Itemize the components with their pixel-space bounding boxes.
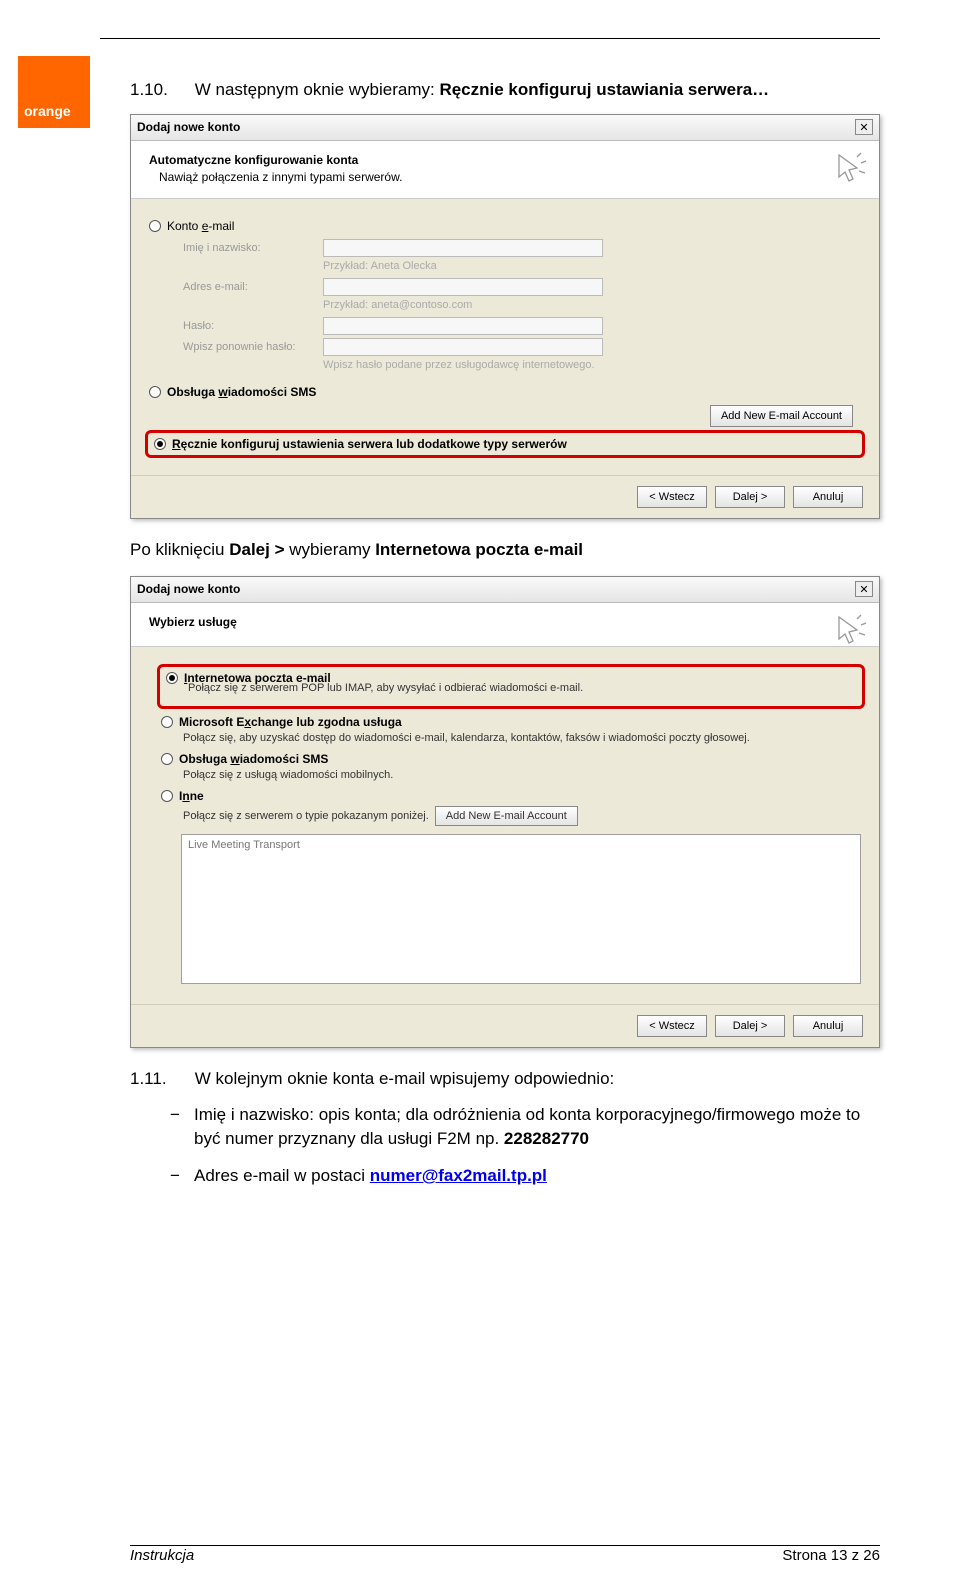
dialog1-title: Dodaj nowe konto [137, 120, 855, 134]
radio-email-label: Konto e-mail [167, 219, 234, 233]
brand-logo: orange [18, 56, 90, 128]
pw2-field-label: Wpisz ponownie hasło: [183, 341, 323, 353]
back-button-2[interactable]: < Wstecz [637, 1015, 707, 1037]
name-field[interactable] [323, 239, 603, 257]
dialog-add-account-1: Dodaj nowe konto ✕ Automatyczne konfigur… [130, 114, 880, 519]
list-item: Live Meeting Transport [188, 839, 300, 851]
dialog2-titlebar: Dodaj nowe konto ✕ [131, 577, 879, 603]
between-text: Po kliknięciu Dalej > wybieramy Internet… [130, 539, 880, 562]
dialog2-header: Wybierz usługę [131, 603, 879, 647]
section-1-11-bullets: Imię i nazwisko: opis konta; dla odróżni… [130, 1103, 880, 1189]
dialog2-footer: < Wstecz Dalej > Anuluj [131, 1004, 879, 1047]
pw2-field[interactable] [323, 338, 603, 356]
radio-exchange[interactable] [161, 716, 173, 728]
pw-field[interactable] [323, 317, 603, 335]
dialog-add-account-2: Dodaj nowe konto ✕ Wybierz usługę Intern… [130, 576, 880, 1048]
radio-sms-2[interactable] [161, 753, 173, 765]
radio-sms-2-label: Obsługa wiadomości SMS [179, 752, 328, 766]
cancel-button-2[interactable]: Anuluj [793, 1015, 863, 1037]
email-hint: Przykład: aneta@contoso.com [183, 299, 861, 311]
server-type-listbox[interactable]: Live Meeting Transport [181, 834, 861, 984]
radio-other[interactable] [161, 790, 173, 802]
add-new-email-button-2[interactable]: Add New E-mail Account [435, 806, 578, 826]
pw-hint: Wpisz hasło podane przez usługodawcę int… [183, 359, 861, 371]
dialog1-header-title: Automatyczne konfigurowanie konta [149, 153, 823, 167]
section-1-10-title: 1.10. W następnym oknie wybieramy: Ręczn… [130, 79, 880, 102]
header-rule [100, 38, 880, 39]
next-button[interactable]: Dalej > [715, 486, 785, 508]
radio-internet-desc: Połącz się z serwerem POP lub IMAP, aby … [166, 682, 856, 694]
email-field-label: Adres e-mail: [183, 281, 323, 293]
next-button-2[interactable]: Dalej > [715, 1015, 785, 1037]
radio-email-account[interactable] [149, 220, 161, 232]
dialog1-titlebar: Dodaj nowe konto ✕ [131, 115, 879, 141]
dialog1-header-sub: Nawiąż połączenia z innymi typami serwer… [149, 170, 823, 184]
close-icon[interactable]: ✕ [855, 119, 873, 135]
pw-field-label: Hasło: [183, 320, 323, 332]
footer-rule [130, 1545, 880, 1546]
radio-sms-2-desc: Połącz się z usługą wiadomości mobilnych… [161, 769, 861, 781]
section-1-11-title: 1.11. W kolejnym oknie konta e-mail wpis… [130, 1068, 880, 1091]
list-item: Imię i nazwisko: opis konta; dla odróżni… [170, 1103, 880, 1152]
radio-manual-label: Ręcznie konfiguruj ustawienia serwera lu… [172, 437, 567, 451]
close-icon[interactable]: ✕ [855, 581, 873, 597]
fax2mail-link[interactable]: numer@fax2mail.tp.pl [370, 1166, 547, 1185]
radio-exchange-desc: Połącz się, aby uzyskać dostęp do wiadom… [161, 732, 861, 744]
email-field[interactable] [323, 278, 603, 296]
dialog2-header-title: Wybierz usługę [149, 615, 823, 629]
dialog1-header: Automatyczne konfigurowanie konta Nawiąż… [131, 141, 879, 199]
back-button[interactable]: < Wstecz [637, 486, 707, 508]
radio-internet-email[interactable] [166, 672, 178, 684]
radio-exchange-label: Microsoft Exchange lub zgodna usługa [179, 715, 402, 729]
radio-sms-label: Obsługa wiadomości SMS [167, 385, 316, 399]
radio-other-label: Inne [179, 789, 204, 803]
brand-logo-text: orange [24, 103, 71, 122]
cursor-icon [833, 151, 867, 189]
radio-manual-config[interactable] [154, 438, 166, 450]
cancel-button[interactable]: Anuluj [793, 486, 863, 508]
radio-sms[interactable] [149, 386, 161, 398]
highlight-manual-config: Ręcznie konfiguruj ustawienia serwera lu… [145, 430, 865, 458]
radio-other-desc: Połącz się z serwerem o typie pokazanym … [161, 806, 861, 826]
highlight-internet-email: Internetowa poczta e-mail Połącz się z s… [157, 664, 865, 709]
name-field-label: Imię i nazwisko: [183, 242, 323, 254]
dialog1-footer: < Wstecz Dalej > Anuluj [131, 475, 879, 518]
list-item: Adres e-mail w postaci numer@fax2mail.tp… [170, 1164, 880, 1189]
cursor-icon [833, 613, 867, 651]
name-hint: Przykład: Aneta Olecka [183, 260, 861, 272]
add-new-email-button[interactable]: Add New E-mail Account [710, 405, 853, 427]
dialog2-title: Dodaj nowe konto [137, 582, 855, 596]
